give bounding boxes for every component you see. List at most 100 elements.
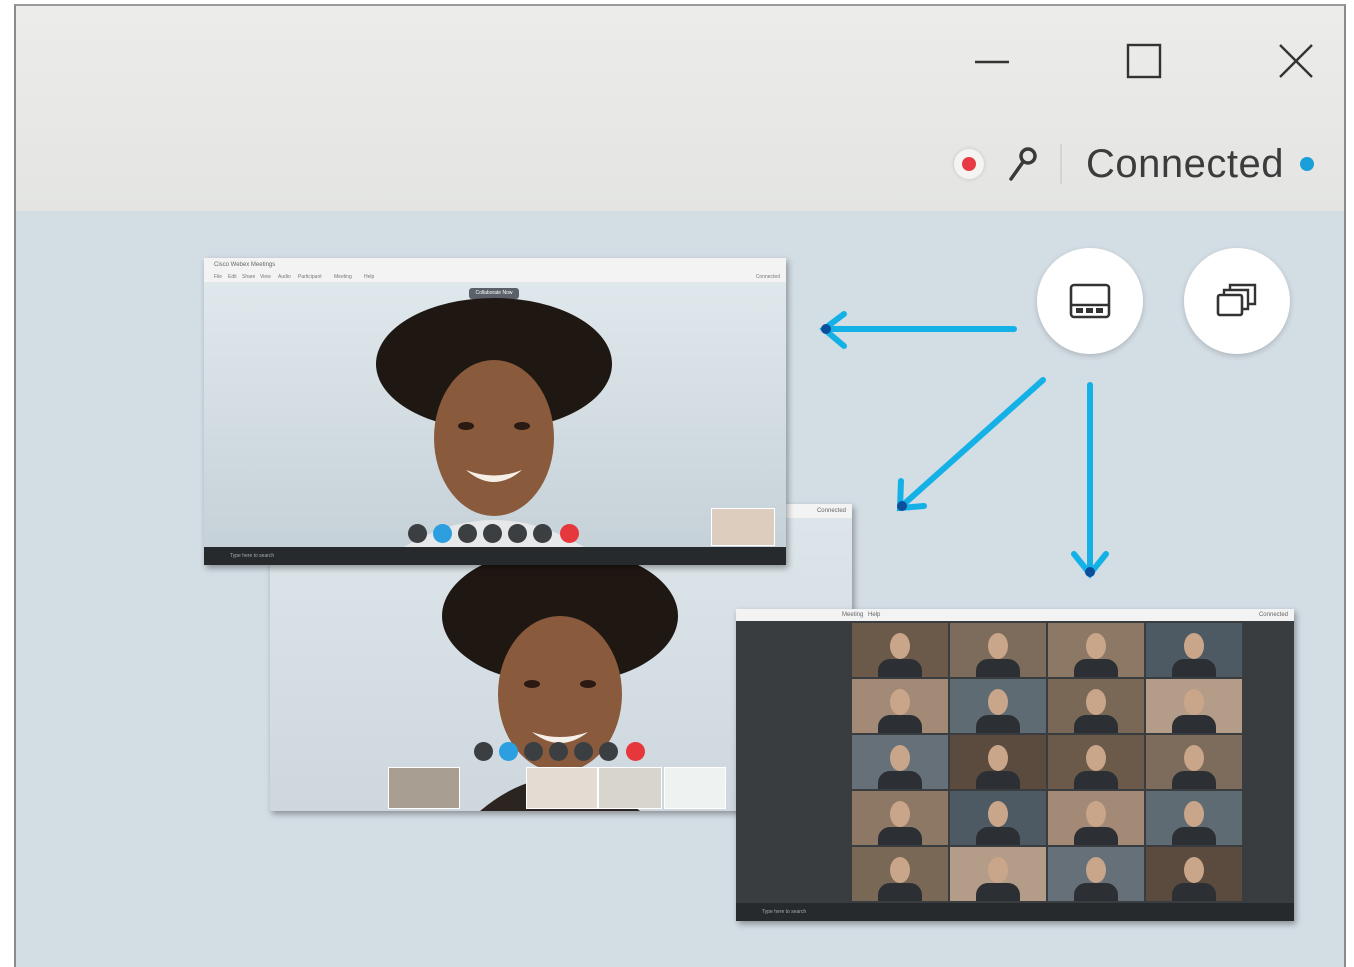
participant-body xyxy=(878,827,922,845)
self-view-thumb xyxy=(711,508,775,546)
participant-tile[interactable] xyxy=(852,847,948,901)
participant-avatar xyxy=(1086,745,1106,771)
preview-title-bar: Cisco Webex Meetings xyxy=(204,258,786,272)
menu-item[interactable]: Share xyxy=(242,274,255,280)
participant-avatar xyxy=(1086,801,1106,827)
participant-tile[interactable] xyxy=(950,791,1046,845)
participant-body xyxy=(1172,659,1216,677)
filmstrip-thumb[interactable] xyxy=(664,767,726,809)
participant-avatar xyxy=(890,801,910,827)
participant-tile[interactable] xyxy=(852,679,948,733)
participant-tile[interactable] xyxy=(852,791,948,845)
menu-item[interactable]: File xyxy=(214,274,222,280)
participant-avatar xyxy=(1086,689,1106,715)
speaker-video xyxy=(376,298,612,547)
menu-item[interactable]: View xyxy=(260,274,271,280)
preview-taskbar: Type here to search xyxy=(204,547,786,565)
participant-avatar xyxy=(890,745,910,771)
participant-body xyxy=(976,771,1020,789)
more-button[interactable] xyxy=(533,524,552,543)
menu-item[interactable]: Help xyxy=(364,274,374,280)
record-button[interactable] xyxy=(549,742,568,761)
participant-tile[interactable] xyxy=(1146,847,1242,901)
participant-body xyxy=(878,659,922,677)
filmstrip-thumb[interactable] xyxy=(598,767,662,809)
participant-avatar xyxy=(1086,633,1106,659)
participant-avatar xyxy=(1184,801,1204,827)
participant-tile[interactable] xyxy=(1048,791,1144,845)
participant-body xyxy=(976,659,1020,677)
participant-tile[interactable] xyxy=(1048,679,1144,733)
menu-item[interactable]: Edit xyxy=(228,274,237,280)
mute-button[interactable] xyxy=(474,742,493,761)
end-call-button[interactable] xyxy=(560,524,579,543)
video-button[interactable] xyxy=(499,742,518,761)
participant-tile[interactable] xyxy=(950,847,1046,901)
share-button[interactable] xyxy=(524,742,543,761)
participant-avatar xyxy=(988,857,1008,883)
participant-body xyxy=(1172,827,1216,845)
participant-tile[interactable] xyxy=(1146,679,1242,733)
menu-item[interactable]: Help xyxy=(868,612,880,618)
participant-avatar xyxy=(890,857,910,883)
participant-body xyxy=(1074,715,1118,733)
preview-status: Connected xyxy=(755,274,780,280)
preview-app-title: Cisco Webex Meetings xyxy=(214,262,276,268)
participant-body xyxy=(976,715,1020,733)
participant-tile[interactable] xyxy=(852,623,948,677)
menu-item[interactable]: Meeting xyxy=(334,274,352,280)
participant-body xyxy=(1172,771,1216,789)
participant-body xyxy=(878,771,922,789)
record-button[interactable] xyxy=(483,524,502,543)
preview-taskbar: Type here to search xyxy=(736,903,1294,921)
participant-body xyxy=(1074,827,1118,845)
filmstrip-thumb[interactable] xyxy=(388,767,460,809)
filmstrip-thumb[interactable] xyxy=(526,767,598,809)
participant-avatar xyxy=(988,801,1008,827)
participant-tile[interactable] xyxy=(950,623,1046,677)
participant-tile[interactable] xyxy=(1146,735,1242,789)
participant-body xyxy=(878,883,922,901)
participant-tile[interactable] xyxy=(1146,623,1242,677)
participant-body xyxy=(878,715,922,733)
menu-item[interactable]: Participant xyxy=(298,274,322,280)
participant-avatar xyxy=(1086,857,1106,883)
participant-body xyxy=(976,827,1020,845)
participant-body xyxy=(1074,659,1118,677)
preview-menu-bar: File Edit Share View Audio Participant M… xyxy=(204,272,786,282)
participants-button[interactable] xyxy=(508,524,527,543)
taskbar-search[interactable]: Type here to search xyxy=(762,906,892,918)
participants-button[interactable] xyxy=(574,742,593,761)
taskbar-search[interactable]: Type here to search xyxy=(230,550,360,562)
participant-avatar xyxy=(988,633,1008,659)
grid-view-preview: Meeting Help Connected Type here to sear… xyxy=(736,609,1294,921)
participant-tile[interactable] xyxy=(1048,735,1144,789)
participant-body xyxy=(1172,715,1216,733)
participant-tile[interactable] xyxy=(852,735,948,789)
participant-avatar xyxy=(988,745,1008,771)
participant-body xyxy=(1172,883,1216,901)
mute-button[interactable] xyxy=(408,524,427,543)
participant-tile[interactable] xyxy=(1048,847,1144,901)
participant-avatar xyxy=(1184,857,1204,883)
participant-body xyxy=(1074,883,1118,901)
more-button[interactable] xyxy=(599,742,618,761)
participant-tile[interactable] xyxy=(950,679,1046,733)
preview-status: Connected xyxy=(816,508,846,514)
share-button[interactable] xyxy=(458,524,477,543)
participant-tile[interactable] xyxy=(950,735,1046,789)
participant-avatar xyxy=(890,689,910,715)
participant-tile[interactable] xyxy=(1048,623,1144,677)
app-window: Connected Connected Cisco Webex Meetings… xyxy=(14,4,1346,967)
participant-body xyxy=(976,883,1020,901)
participant-avatar xyxy=(890,633,910,659)
participant-tile[interactable] xyxy=(1146,791,1242,845)
video-button[interactable] xyxy=(433,524,452,543)
participant-body xyxy=(1074,771,1118,789)
preview-status: Connected xyxy=(1258,612,1288,618)
menu-item[interactable]: Audio xyxy=(278,274,291,280)
menu-item[interactable]: Meeting xyxy=(842,612,863,618)
participant-grid xyxy=(852,623,1257,903)
end-call-button[interactable] xyxy=(626,742,645,761)
participant-avatar xyxy=(1184,745,1204,771)
